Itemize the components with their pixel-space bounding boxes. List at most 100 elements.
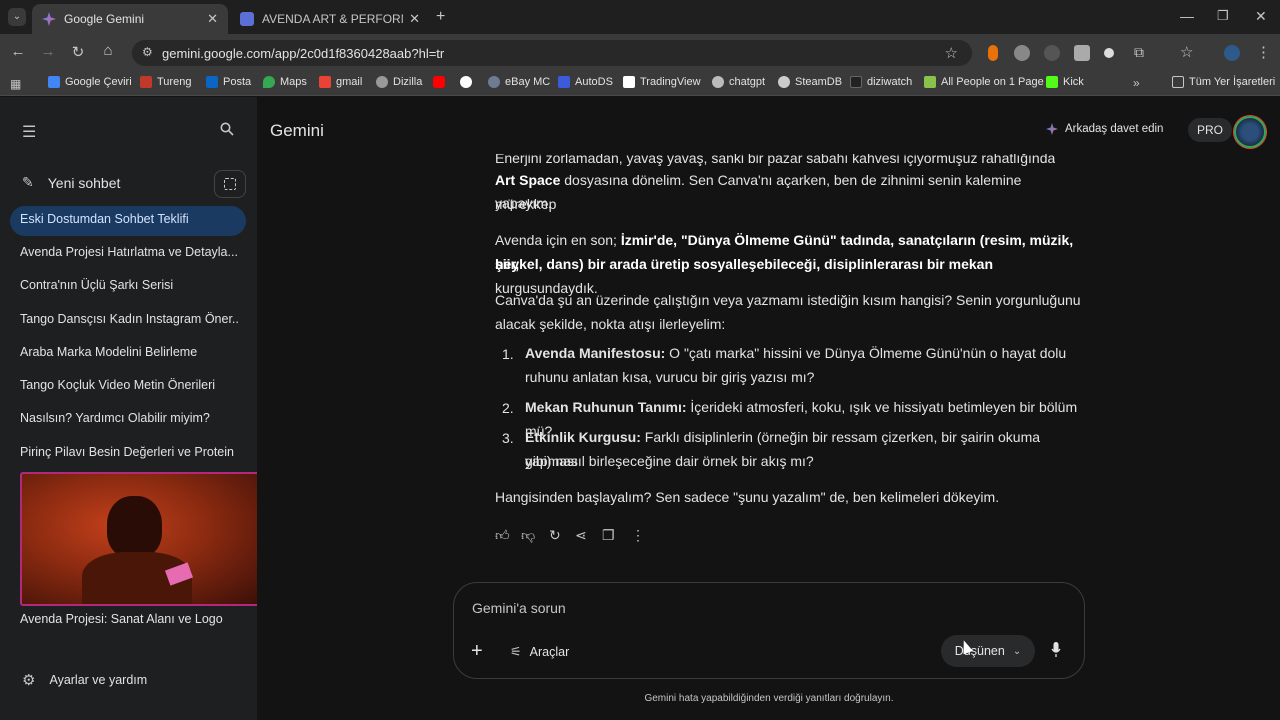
bookmark-item[interactable]: TradingView [623, 76, 701, 88]
more-bookmarks-icon[interactable]: » [1133, 76, 1140, 90]
response-paragraph: yapayım. [495, 195, 552, 211]
bookmark-item[interactable]: gmail [319, 76, 362, 88]
tab-avenda[interactable]: AVENDA ART & PERFORMANCE ✕ [230, 4, 430, 34]
maximize-icon[interactable]: ❐ [1217, 8, 1229, 24]
apps-grid-icon[interactable]: ▦ [10, 77, 21, 91]
steam-icon [778, 76, 790, 88]
response-paragraph: Canva'da şu an üzerinde çalıştığın veya … [495, 292, 1081, 308]
sidebar-chat-item[interactable]: Tango Dansçısı Kadın Instagram Öner... [20, 312, 240, 326]
settings-help-button[interactable]: ⚙ Ayarlar ve yardım [22, 671, 147, 689]
bookmark-item[interactable]: Google Çeviri [48, 76, 132, 88]
search-icon[interactable] [220, 122, 234, 136]
ebay-icon [488, 76, 500, 88]
sidebar-chat-item[interactable]: Avenda Projesi: Sanat Alanı ve Logo [20, 612, 240, 626]
home-icon[interactable]: ⌂ [98, 42, 118, 59]
url-text: gemini.google.com/app/2c0d1f8360428aab?h… [162, 45, 445, 61]
share-icon[interactable]: ⋖ [575, 527, 587, 544]
gear-icon: ⚙ [22, 672, 36, 689]
bookmark-item[interactable] [460, 76, 477, 88]
bookmark-item[interactable]: Posta [206, 76, 251, 88]
list-item-continued: gibi) nasıl birleşeceğine dair örnek bir… [525, 453, 814, 469]
sidebar-chat-item[interactable]: Eski Dostumdan Sohbet Teklifi [20, 212, 240, 226]
minimize-icon[interactable]: — [1180, 8, 1194, 24]
pro-badge: PRO [1188, 118, 1232, 142]
forward-icon[interactable]: → [38, 43, 58, 60]
menu-dots-icon[interactable]: ⋮ [1256, 43, 1271, 61]
bookmark-item[interactable]: diziwatch [850, 76, 912, 88]
sidebar-chat-item[interactable]: Tango Koçluk Video Metin Önerileri [20, 378, 240, 392]
translate-icon [48, 76, 60, 88]
list-number: 1. [502, 346, 514, 362]
bookmark-item[interactable]: Tureng [140, 76, 191, 88]
bookmark-item[interactable]: Maps [263, 76, 307, 88]
extension-icon-2[interactable] [1014, 45, 1030, 61]
tab-strip: ⌄ Google Gemini ✕ AVENDA ART & PERFORMAN… [0, 0, 1280, 34]
list-item-continued: ruhunu anlatan kısa, vurucu bir giriş ya… [525, 369, 815, 385]
more-options-icon[interactable]: ⋮ [631, 527, 645, 544]
sidebar-chat-item[interactable]: Contra'nın Üçlü Şarkı Serisi [20, 278, 240, 292]
bookmark-item[interactable]: chatgpt [712, 76, 765, 88]
bookmark-item[interactable]: AutoDS [558, 76, 613, 88]
bookmark-item[interactable] [433, 76, 450, 88]
new-tab-icon[interactable]: + [436, 8, 445, 26]
folder-icon [1172, 76, 1184, 88]
tureng-icon [140, 76, 152, 88]
extensions-puzzle-icon[interactable]: ⧉ [1134, 44, 1144, 61]
extension-icon-4[interactable] [1074, 45, 1090, 61]
chevron-down-icon: ⌄ [1012, 645, 1022, 657]
sidebar-chat-item[interactable]: Araba Marka Modelini Belirleme [20, 345, 240, 359]
copy-icon[interactable]: ❐ [602, 527, 615, 544]
settings-label: Ayarlar ve yardım [49, 673, 148, 687]
response-paragraph: Hangisinden başlayalım? Sen sadece "şunu… [495, 489, 1000, 505]
reading-list-icon[interactable]: ☆ [1180, 43, 1193, 61]
gemini-favicon-icon [42, 12, 56, 26]
bookmark-item[interactable]: eBay MC [488, 76, 550, 88]
user-avatar[interactable] [1234, 116, 1266, 148]
sparkle-icon [1046, 123, 1058, 135]
new-chat-button[interactable]: ✎ Yeni sohbet [22, 174, 120, 191]
prompt-input[interactable]: Gemini'a sorun [472, 600, 566, 616]
sidebar-chat-item[interactable]: Pirinç Pilavı Besin Değerleri ve Protein [20, 445, 240, 459]
bookmark-item[interactable]: Dizilla [376, 76, 422, 88]
sidebar-chat-item[interactable]: Nasılsın? Yardımcı Olabilir miyim? [20, 411, 240, 425]
bookmark-star-icon[interactable]: ☆ [945, 44, 958, 62]
add-attachment-icon[interactable]: + [471, 640, 483, 663]
bookmark-item[interactable]: SteamDB [778, 76, 842, 88]
close-tab-icon[interactable]: ✕ [207, 11, 218, 27]
response-paragraph: alacak şekilde, nokta atışı ilerleyelim: [495, 316, 726, 332]
extension-icon-3[interactable] [1044, 45, 1060, 61]
back-icon[interactable]: ← [8, 43, 28, 60]
tab-gemini[interactable]: Google Gemini ✕ [32, 4, 228, 34]
close-tab-icon[interactable]: ✕ [409, 11, 420, 27]
microphone-icon[interactable] [1051, 642, 1061, 658]
tradingview-icon [623, 76, 635, 88]
extension-icon-1[interactable] [988, 45, 998, 61]
disclaimer-text: Gemini hata yapabildiğinden verdiği yanı… [644, 693, 894, 704]
list-number: 3. [502, 430, 514, 446]
tab-search-icon[interactable]: ⌄ [8, 8, 26, 26]
bookmark-item[interactable]: All People on 1 Page [924, 76, 1044, 88]
site-info-icon[interactable]: ⚙ [142, 45, 153, 59]
bookmark-item[interactable]: Kick [1046, 76, 1084, 88]
regenerate-icon[interactable]: ↻ [549, 527, 561, 544]
invite-friends-button[interactable]: Arkadaş davet edin [1046, 123, 1163, 135]
profile-avatar-icon[interactable] [1224, 45, 1240, 61]
maps-icon [263, 76, 275, 88]
reload-icon[interactable]: ↻ [68, 43, 88, 61]
address-bar[interactable]: ⚙ gemini.google.com/app/2c0d1f8360428aab… [132, 40, 972, 66]
extension-icon-5[interactable] [1104, 48, 1114, 58]
temporary-chat-icon[interactable] [214, 170, 246, 198]
tools-button[interactable]: ⚟ Araçlar [510, 644, 569, 660]
close-window-icon[interactable]: ✕ [1255, 8, 1267, 25]
autods-icon [558, 76, 570, 88]
hamburger-menu-icon[interactable]: ☰ [22, 122, 36, 142]
thumbs-up-icon[interactable]: 👍︎ [495, 527, 510, 544]
sidebar-chat-item[interactable]: Avenda Projesi Hatırlatma ve Detayla... [20, 245, 240, 259]
people-icon [924, 76, 936, 88]
model-mode-selector[interactable]: Düşünen ⌄ [941, 635, 1035, 667]
edit-icon: ✎ [22, 174, 34, 190]
person-silhouette [107, 496, 162, 558]
thumbs-down-icon[interactable]: 👎︎ [521, 527, 535, 544]
all-bookmarks-folder[interactable]: Tüm Yer İşaretleri [1172, 76, 1275, 88]
gmail-icon [319, 76, 331, 88]
